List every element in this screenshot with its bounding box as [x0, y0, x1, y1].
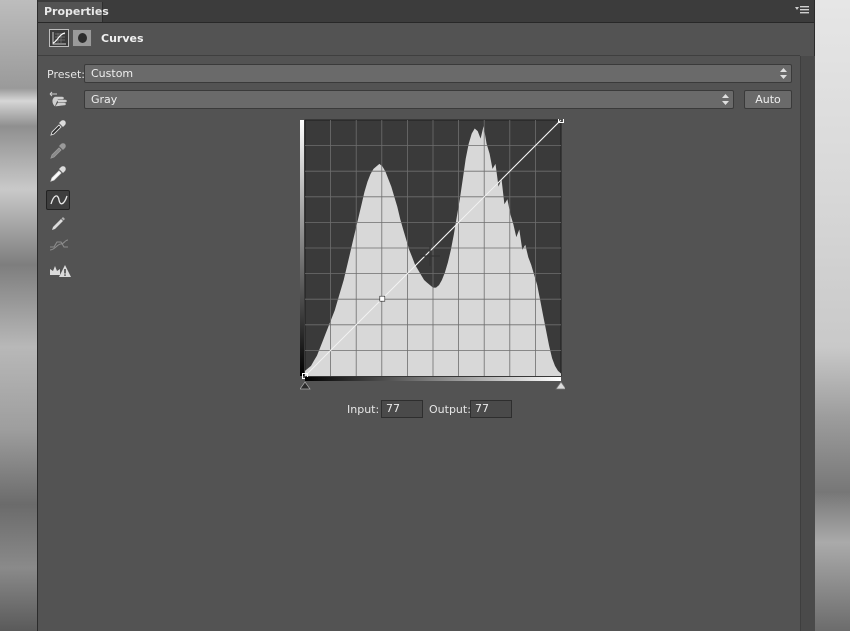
panel-scrollbar[interactable] [800, 56, 815, 631]
channel-select[interactable]: Gray [84, 90, 734, 109]
smooth-curve-icon [49, 239, 69, 251]
black-point-eyedropper-tool[interactable] [46, 118, 70, 138]
black-point-eyedropper-icon [50, 120, 66, 136]
background-image-right [815, 0, 850, 631]
edit-points-curve-tool[interactable] [46, 190, 70, 210]
black-point-slider[interactable] [299, 381, 311, 390]
preset-value: Custom [91, 67, 134, 80]
white-point-slider[interactable] [555, 381, 567, 390]
panel-tab-bar: Properties [38, 0, 814, 23]
curves-adjustment-icon[interactable] [49, 29, 69, 47]
curves-graph[interactable] [299, 117, 567, 391]
channel-value: Gray [91, 93, 118, 106]
edit-points-curve-icon [50, 195, 68, 205]
gray-point-eyedropper-icon [50, 143, 66, 159]
select-arrows-icon [722, 94, 729, 105]
draw-curve-pencil-tool[interactable] [46, 214, 70, 234]
panel-title: Curves [101, 32, 144, 45]
draw-curve-pencil-icon [52, 217, 65, 230]
layer-mask-icon[interactable] [72, 29, 92, 47]
input-value-field[interactable]: 77 [381, 400, 423, 418]
preset-label: Preset: [47, 68, 86, 81]
output-gradient-bar [300, 120, 304, 376]
clipping-warning-icon [50, 265, 71, 277]
curve-control-point[interactable] [379, 295, 386, 302]
properties-panel: Properties Curves Preset: Custom Gray Au… [37, 0, 815, 631]
tab-properties[interactable]: Properties [38, 2, 109, 22]
input-label: Input: [347, 403, 380, 416]
background-image-left [0, 0, 37, 631]
panel-header: Curves [38, 23, 800, 56]
on-image-adjustment-tool[interactable] [46, 90, 70, 110]
output-label: Output: [429, 403, 471, 416]
white-point-eyedropper-icon [50, 166, 66, 182]
white-point-eyedropper-tool[interactable] [46, 164, 70, 184]
auto-button[interactable]: Auto [744, 90, 792, 109]
input-gradient-bar [305, 377, 561, 381]
gray-point-eyedropper-tool[interactable] [46, 141, 70, 161]
smooth-curve-tool[interactable] [46, 236, 70, 256]
select-arrows-icon [780, 68, 787, 79]
output-value-field[interactable]: 77 [470, 400, 512, 418]
panel-menu-icon[interactable] [795, 4, 809, 16]
preset-select[interactable]: Custom [84, 64, 792, 83]
clipping-warning-tool[interactable] [46, 262, 71, 282]
on-image-adjustment-icon [49, 91, 67, 107]
